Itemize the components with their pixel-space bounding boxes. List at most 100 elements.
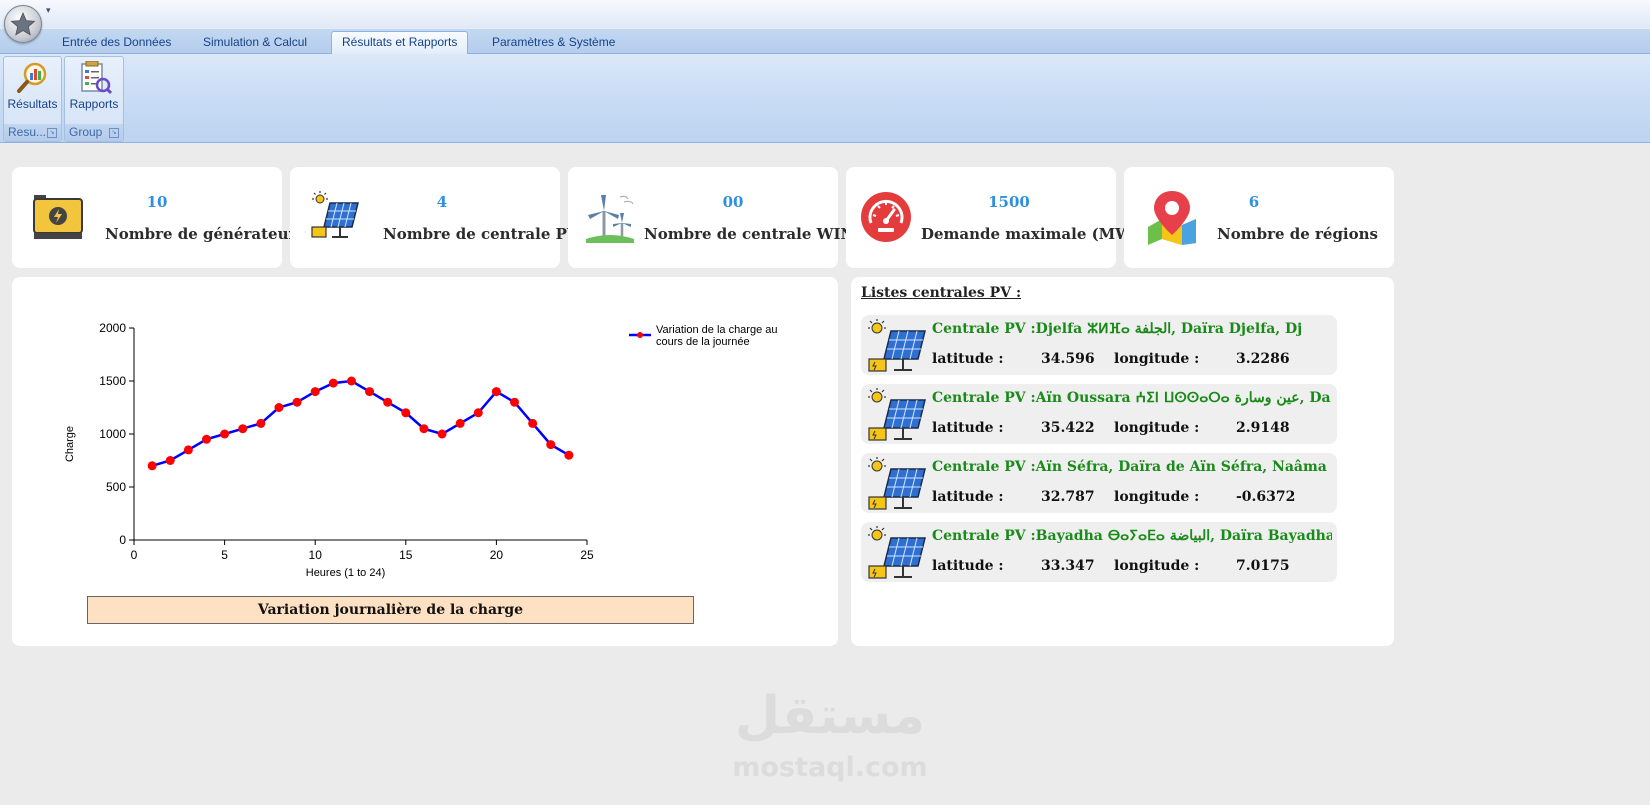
map-pin-icon [1148, 191, 1196, 245]
generators-count: 10 [146, 193, 168, 211]
x-tick-label: 20 [490, 548, 504, 562]
data-point [401, 408, 411, 418]
y-tick-label: 0 [119, 533, 126, 547]
pv-name: Centrale PV :Aïn Séfra, Daïra de Aïn Séf… [932, 459, 1327, 475]
longitude-value: 2.9148 [1236, 420, 1290, 436]
data-point [220, 429, 230, 439]
pv-count: 4 [436, 193, 448, 211]
results-magnifier-icon [16, 62, 46, 93]
ribbon-group-results-text: Resu... [8, 125, 47, 139]
latitude-value: 35.422 [1041, 420, 1095, 436]
wind-count: 00 [722, 193, 744, 211]
data-point [473, 408, 483, 418]
watermark-text: mostaql.com [732, 752, 928, 783]
dialog-launcher-icon[interactable]: ↘ [47, 128, 57, 138]
y-tick-label: 2000 [99, 321, 126, 335]
pv-list-title: Listes centrales PV : [861, 285, 1022, 301]
y-tick-label: 1000 [99, 427, 126, 441]
max-demand-value: 1500 [988, 193, 1030, 211]
latitude-label: latitude : [932, 351, 1004, 367]
rapports-button[interactable]: Rapports [67, 59, 121, 111]
resultats-button[interactable]: Résultats [6, 59, 59, 111]
data-point [455, 418, 465, 428]
title-bar: ▾ [0, 0, 1650, 28]
report-icon [81, 61, 112, 95]
legend-label: cours de la journée [656, 336, 750, 348]
solar-panel-icon [311, 191, 359, 238]
wind-turbine-icon [586, 195, 634, 243]
quick-access-dropdown-icon[interactable]: ▾ [46, 6, 51, 16]
data-point [147, 461, 157, 471]
data-point [328, 378, 338, 388]
x-tick-label: 5 [221, 548, 228, 562]
data-point [564, 450, 574, 460]
load-chart: 0 5 10 15 20 25 0 500 1000 1500 2000 Heures (1 to 2… [64, 321, 778, 579]
latitude-label: latitude : [932, 420, 1004, 436]
latitude-value: 34.596 [1041, 351, 1095, 367]
ribbon-group-reports: Rapports Group ↘ [64, 56, 124, 142]
pv-list-item[interactable]: Centrale PV :Aïn Oussara ⵄⵉⵏ ⵡⵙⵙⴰⵔⴰ عين … [861, 384, 1337, 444]
latitude-value: 33.347 [1041, 558, 1095, 574]
solar-panel-icon [868, 526, 926, 579]
data-point [510, 397, 520, 407]
gauge-icon [861, 192, 911, 242]
longitude-label: longitude : [1114, 351, 1200, 367]
watermark-logo: مستقل [734, 686, 926, 746]
chart-caption: Variation journalière de la charge [87, 596, 694, 624]
longitude-label: longitude : [1114, 558, 1200, 574]
y-axis-label: Charge [64, 426, 76, 462]
y-tick-label: 500 [106, 480, 126, 494]
rapports-button-label: Rapports [69, 97, 119, 111]
solar-panel-icon [868, 457, 926, 510]
data-point [346, 376, 356, 386]
star-icon [10, 11, 36, 36]
x-axis-label: Heures (1 to 24) [306, 567, 385, 579]
tab-resultats-rapports[interactable]: Résultats et Rapports [331, 31, 469, 54]
ribbon-tab-bar: Entrée des Données Simulation & Calcul R… [0, 29, 1650, 54]
legend-label: Variation de la charge au [656, 324, 778, 336]
data-point [528, 418, 538, 428]
pv-list-item[interactable]: Centrale PV :Aïn Séfra, Daïra de Aïn Séf… [861, 453, 1337, 513]
ribbon-group-reports-text: Group [69, 125, 103, 139]
y-tick-label: 1500 [99, 374, 126, 388]
longitude-label: longitude : [1114, 489, 1200, 505]
data-point [274, 403, 284, 412]
x-tick-label: 15 [399, 548, 413, 562]
data-point [183, 445, 193, 455]
wind-label: Nombre de centrale WIND [644, 225, 868, 243]
application-menu-button[interactable] [4, 5, 42, 43]
regions-count: 6 [1248, 193, 1260, 211]
data-point [491, 387, 501, 397]
ribbon-group-reports-label: Group ↘ [65, 124, 123, 141]
solar-panel-icon [868, 319, 926, 372]
pv-name: Centrale PV :Djelfa ⵣⵍⴼⴰ الجلفة, Daïra D… [932, 321, 1303, 337]
data-point [201, 434, 211, 444]
data-point [310, 387, 320, 397]
pv-name: Centrale PV :Aïn Oussara ⵄⵉⵏ ⵡⵙⵙⴰⵔⴰ عين … [932, 390, 1331, 406]
tab-simulation-calcul[interactable]: Simulation & Calcul [193, 32, 317, 52]
latitude-value: 32.787 [1041, 489, 1095, 505]
x-tick-label: 0 [131, 548, 138, 562]
x-tick-label: 10 [309, 548, 323, 562]
pv-label: Nombre de centrale PV [383, 225, 579, 243]
resultats-button-label: Résultats [7, 97, 58, 111]
solar-panel-icon [868, 388, 926, 441]
tab-parametres-systeme[interactable]: Paramètres & Système [482, 32, 625, 52]
dialog-launcher-icon[interactable]: ↘ [109, 128, 119, 138]
stat-card-regions: 6 Nombre de régions [1124, 167, 1394, 268]
longitude-label: longitude : [1114, 420, 1200, 436]
data-point [292, 397, 302, 407]
max-demand-label: Demande maximale (MW) [921, 225, 1140, 243]
longitude-value: -0.6372 [1236, 489, 1296, 505]
x-tick-label: 25 [580, 548, 594, 562]
longitude-value: 3.2286 [1236, 351, 1290, 367]
ribbon-group-results: Résultats Resu... ↘ [3, 56, 62, 142]
tab-entree-donnees[interactable]: Entrée des Données [52, 32, 181, 52]
pv-list-item[interactable]: Centrale PV :Djelfa ⵣⵍⴼⴰ الجلفة, Daïra D… [861, 315, 1337, 375]
data-point [165, 456, 175, 465]
stat-card-pv: 4 Nombre de centrale PV [290, 167, 579, 268]
legend-marker [637, 332, 643, 338]
data-point [256, 418, 266, 428]
pv-list-item[interactable]: Centrale PV :Bayadha ⴱⴰⵢⴰⴹⴰ البياضة, Daï… [861, 522, 1337, 582]
data-point [238, 424, 248, 434]
